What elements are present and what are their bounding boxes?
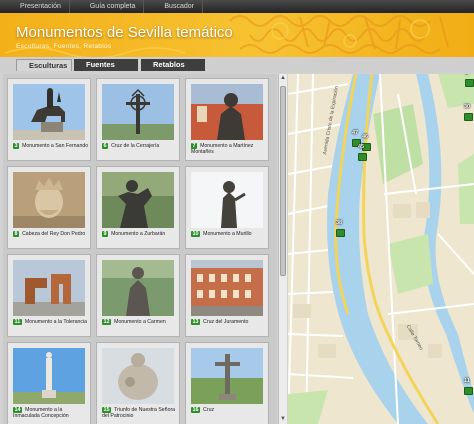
gallery-scrollbar[interactable]: ▲ ▼ — [278, 74, 287, 424]
monument-card[interactable]: 10 Monumento a Murillo — [185, 166, 269, 249]
scroll-down-icon[interactable]: ▼ — [279, 415, 287, 424]
nav-buscador[interactable]: Buscador — [144, 0, 203, 13]
map-marker[interactable]: 11 — [464, 378, 473, 395]
map-tiles — [288, 74, 474, 424]
monument-photo — [191, 84, 263, 140]
monument-card[interactable]: 16 Cruz — [185, 342, 269, 424]
map-marker[interactable]: 1 — [465, 74, 474, 87]
monument-card[interactable]: 15 Triunfo de Nuestra Señora del Patrocin… — [96, 342, 180, 424]
monument-card[interactable]: 9 Monumento a Zurbarán — [96, 166, 180, 249]
monument-card[interactable]: 11 Monumento a la Tolerancia — [7, 254, 91, 337]
city-map[interactable]: Avenida Cristo de la Expiración Calle To… — [288, 74, 474, 424]
monument-photo — [13, 172, 85, 228]
monument-caption: Cruz del Juramento — [203, 319, 249, 325]
tab-retablos[interactable]: Retablos — [141, 59, 205, 71]
monument-photo — [102, 260, 174, 316]
monument-photo — [191, 172, 263, 228]
tab-bar: Esculturas Fuentes Retablos — [0, 57, 474, 73]
monument-caption: Monumento a Zurbarán — [111, 231, 166, 237]
monument-caption: Monumento a Martínez Montañés — [191, 143, 254, 155]
scrollbar-thumb[interactable] — [280, 86, 286, 276]
monument-photo — [102, 84, 174, 140]
page-subtitle: Esculturas, Fuentes, Retablos — [16, 43, 112, 50]
top-nav: Presentación Guía completa Buscador — [0, 0, 474, 13]
monument-caption: Cruz de la Cerrajería — [111, 143, 160, 149]
monument-photo — [102, 348, 174, 404]
monument-photo — [191, 348, 263, 404]
map-marker[interactable]: 45 — [358, 144, 367, 161]
nav-guia-completa[interactable]: Guía completa — [70, 0, 145, 13]
monument-photo — [13, 84, 85, 140]
map-marker[interactable]: 38 — [336, 220, 345, 237]
page-title: Monumentos de Sevilla temático — [16, 24, 233, 41]
monument-card[interactable]: 14 Monumento a la Inmaculada Concepción — [7, 342, 91, 424]
header-banner: Monumentos de Sevilla temático Escultura… — [0, 13, 474, 57]
monument-gallery: 3 Monumento a San Fernando 6 Cruz de la Ce… — [3, 74, 277, 424]
monument-caption: Triunfo de Nuestra Señora del Patrocinio — [102, 407, 176, 419]
monument-caption: Monumento a la Tolerancia — [24, 319, 88, 325]
tab-fuentes[interactable]: Fuentes — [74, 59, 138, 71]
monument-card[interactable]: 3 Monumento a San Fernando — [7, 78, 91, 161]
monument-photo — [191, 260, 263, 316]
monument-photo — [13, 348, 85, 404]
monument-photo — [13, 260, 85, 316]
monument-caption: Cabeza del Rey Don Pedro — [22, 231, 86, 237]
scroll-up-icon[interactable]: ▲ — [279, 74, 287, 83]
tab-esculturas[interactable]: Esculturas — [16, 59, 72, 71]
monument-card[interactable]: 12 Monumento a Carmen — [96, 254, 180, 337]
nav-presentacion[interactable]: Presentación — [0, 0, 70, 13]
monument-caption: Monumento a Murillo — [203, 231, 252, 237]
monument-photo — [102, 172, 174, 228]
monument-caption: Cruz — [203, 407, 215, 413]
map-marker[interactable]: 30 — [464, 104, 473, 121]
monument-caption: Monumento a Carmen — [114, 319, 166, 325]
monument-card[interactable]: 7 Monumento a Martínez Montañés — [185, 78, 269, 161]
monument-card[interactable]: 6 Cruz de la Cerrajería — [96, 78, 180, 161]
monument-card[interactable]: 13 Cruz del Juramento — [185, 254, 269, 337]
monument-caption: Monumento a San Fernando — [22, 143, 89, 149]
monument-card[interactable]: 8 Cabeza del Rey Don Pedro — [7, 166, 91, 249]
